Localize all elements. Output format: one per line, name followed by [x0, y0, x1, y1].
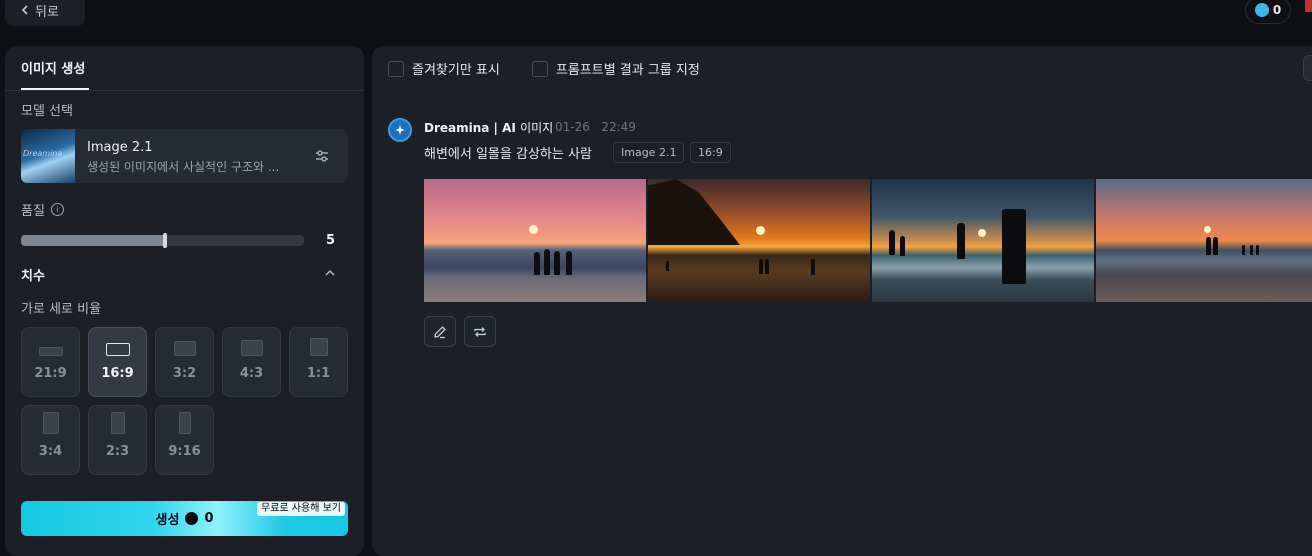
quality-label: 품질 [21, 204, 45, 219]
ratio-button-4-3[interactable]: 4:3 [222, 327, 281, 397]
filter-row: 즐겨찾기만 표시 프롬프트별 결과 그룹 지정 [388, 59, 700, 78]
size-section-title: 치수 [21, 269, 45, 284]
ratio-label: 3:4 [38, 444, 63, 459]
ratio-button-2-3[interactable]: 2:3 [88, 405, 147, 475]
generated-image-1[interactable] [424, 179, 646, 302]
chevron-left-icon [21, 5, 28, 15]
favorites-label[interactable]: 즐겨찾기만 표시 [412, 59, 500, 78]
credit-icon [1254, 3, 1269, 17]
quality-row: 품질 i [21, 200, 64, 219]
ratio-label: 9:16 [168, 444, 201, 459]
author-name: Dreamina | AI [424, 121, 516, 135]
back-button[interactable]: 뒤로 [5, 0, 85, 26]
divider [5, 90, 364, 91]
quality-slider-fill [21, 235, 163, 246]
regenerate-button[interactable] [464, 316, 496, 347]
free-trial-badge: 무료로 사용해 보기 [257, 502, 345, 516]
ratio-shape-icon [110, 412, 125, 434]
ratio-button-1-1[interactable]: 1:1 [289, 327, 348, 397]
tab-image-generation[interactable]: 이미지 생성 [21, 58, 85, 77]
generation-panel: 이미지 생성 모델 선택 Dreamina Image 2.1 생성된 이미지에… [5, 46, 364, 556]
group-by-prompt-label[interactable]: 프롬프트별 결과 그룹 지정 [556, 59, 700, 78]
dreamina-avatar [388, 118, 412, 142]
result-author: Dreamina | AI 이미지 [424, 119, 553, 136]
ratio-button-9-16[interactable]: 9:16 [155, 405, 214, 475]
ratio-shape-icon [178, 412, 191, 434]
back-label: 뒤로 [35, 4, 59, 20]
edit-button[interactable] [424, 316, 456, 347]
results-panel: 즐겨찾기만 표시 프롬프트별 결과 그룹 지정 Dreamina | AI 이미… [372, 46, 1312, 556]
model-name: Image 2.1 [87, 140, 153, 155]
top-bar: 뒤로 0 [0, 0, 1312, 40]
author-suffix: 이미지 [520, 121, 554, 135]
generated-image-2[interactable] [648, 179, 870, 302]
ratio-tag: 16:9 [690, 142, 731, 163]
ratio-shape-icon [173, 341, 196, 356]
ratio-button-16-9[interactable]: 16:9 [88, 327, 147, 397]
generated-image-3[interactable] [872, 179, 1094, 302]
ratio-shape-icon [309, 338, 328, 356]
ratio-label: 2:3 [105, 444, 130, 459]
quality-slider[interactable] [21, 233, 304, 248]
ratio-shape-icon [240, 340, 263, 356]
model-thumbnail: Dreamina [21, 129, 75, 183]
favorites-checkbox[interactable] [388, 60, 404, 77]
model-selector[interactable]: Dreamina Image 2.1 생성된 이미지에서 사실적인 구조와 ..… [21, 129, 348, 183]
generated-image-4[interactable] [1096, 179, 1312, 302]
model-description: 생성된 이미지에서 사실적인 구조와 ... [87, 160, 280, 174]
quality-value: 5 [326, 233, 336, 248]
generate-cost: 0 [204, 511, 214, 526]
generate-button[interactable]: 생성 0 무료로 사용해 보기 [21, 501, 348, 536]
view-toggle-button[interactable] [1303, 55, 1312, 81]
model-section-label: 모델 선택 [21, 104, 73, 119]
group-by-prompt-checkbox[interactable] [531, 60, 548, 77]
info-icon[interactable]: i [50, 203, 64, 216]
ratio-label: 16:9 [101, 366, 134, 381]
ratio-label: 1:1 [306, 366, 331, 381]
ratio-shape-icon [38, 347, 63, 356]
ratio-label: 21:9 [34, 366, 67, 381]
generate-label: 생성 [155, 513, 180, 528]
chevron-up-icon[interactable] [325, 268, 335, 278]
ratio-label: 4:3 [239, 366, 264, 381]
settings-sliders-icon[interactable] [313, 147, 331, 165]
repeat-icon [474, 326, 486, 337]
ratio-label: 3:2 [172, 366, 197, 381]
ratio-button-3-4[interactable]: 3:4 [21, 405, 80, 475]
ratio-button-21-9[interactable]: 21:9 [21, 327, 80, 397]
result-date: 01-26 [555, 120, 590, 134]
ratio-shape-icon [105, 343, 130, 356]
model-tag: Image 2.1 [613, 142, 685, 163]
result-timestamp: 01-26 22:49 [555, 120, 636, 134]
credit-icon [185, 512, 199, 525]
quality-slider-handle[interactable] [163, 233, 167, 248]
edge-indicator [1305, 0, 1312, 12]
aspect-ratio-label: 가로 세로 비율 [21, 302, 102, 317]
result-prompt: 해변에서 일몰을 감상하는 사람 [424, 147, 592, 162]
result-time: 22:49 [601, 120, 636, 134]
credits-badge[interactable]: 0 [1245, 0, 1291, 24]
ratio-button-3-2[interactable]: 3:2 [155, 327, 214, 397]
pencil-icon [434, 325, 446, 338]
credits-value: 0 [1272, 3, 1282, 17]
ratio-shape-icon [42, 412, 59, 434]
